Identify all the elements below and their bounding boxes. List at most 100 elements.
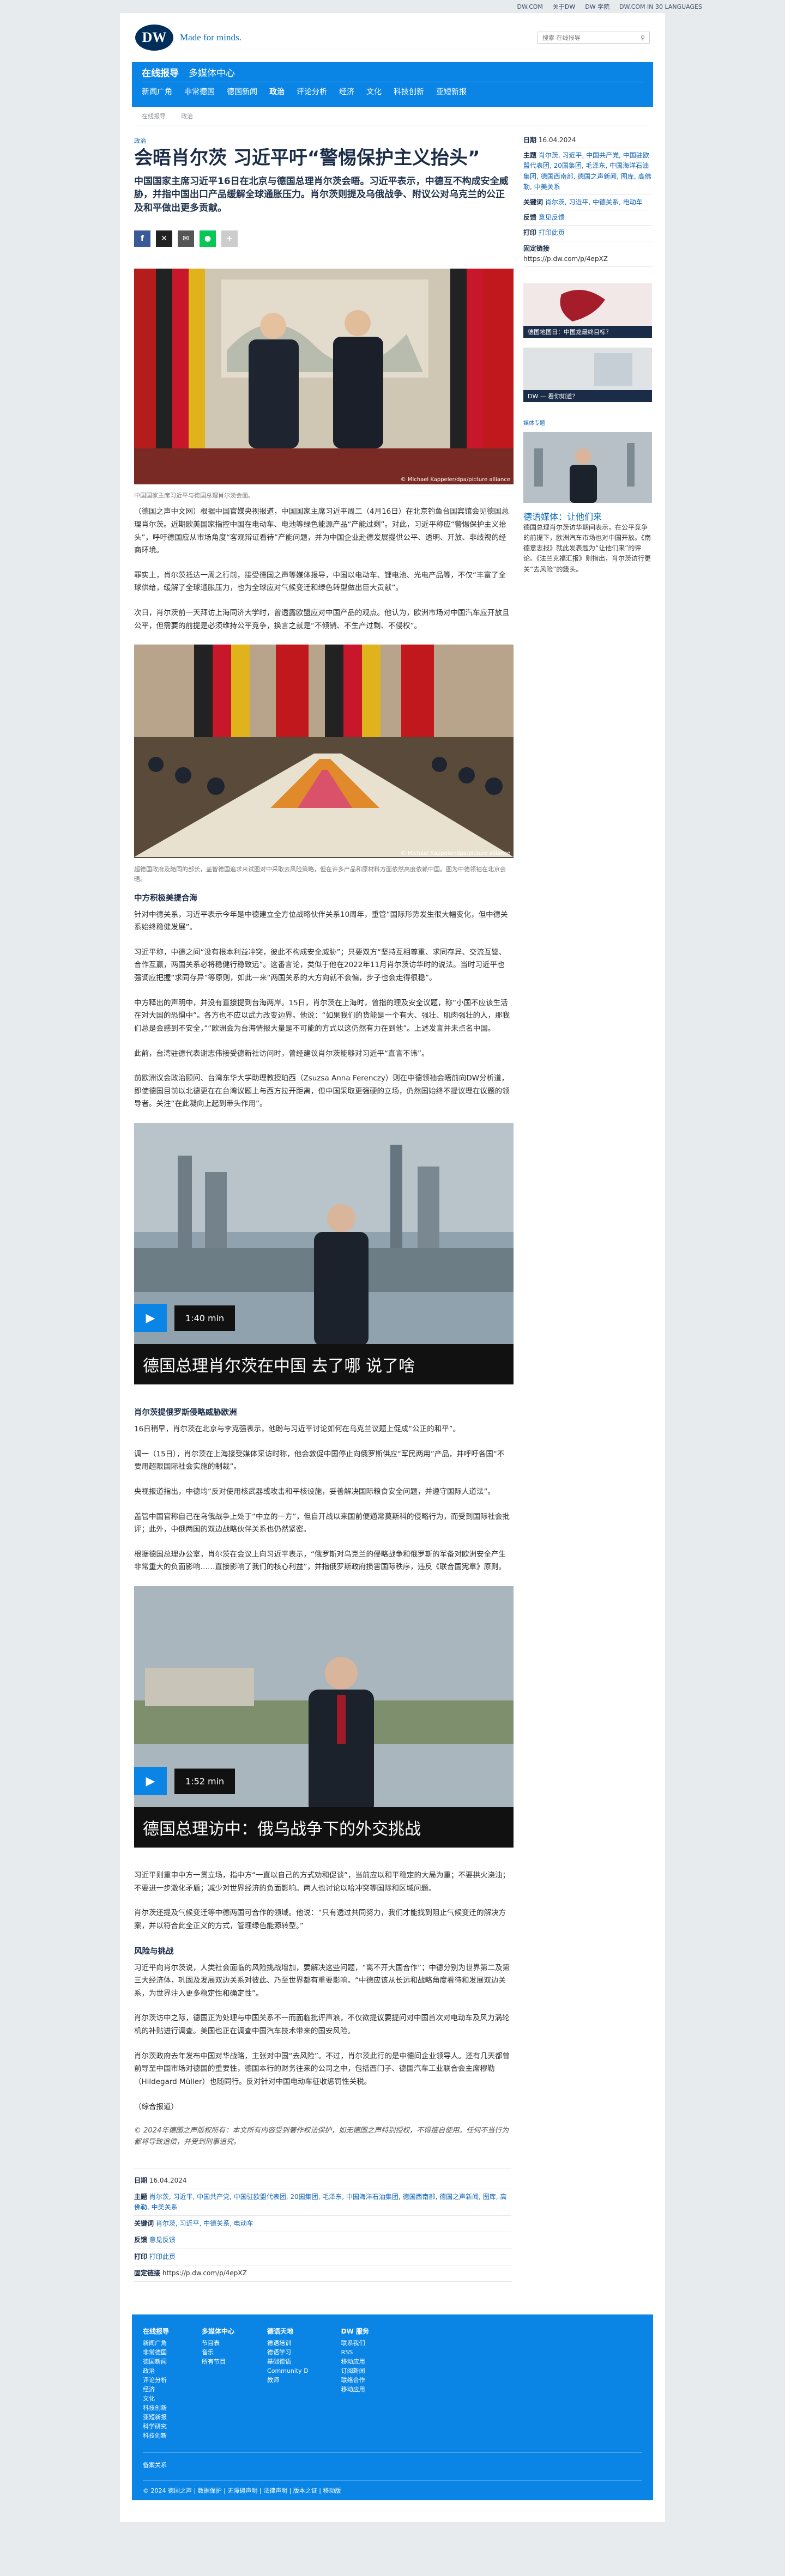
footer-heading: 在线报导 bbox=[143, 2328, 170, 2336]
more-share-icon[interactable]: + bbox=[221, 230, 238, 247]
paragraph: （德国之声中文网）根据中国官媒央视报道，中国国家主席习近平周二（4月16日）在北… bbox=[134, 507, 509, 555]
nav-item[interactable]: 非常德国 bbox=[184, 86, 215, 97]
footer-link[interactable]: Community D bbox=[267, 2366, 309, 2375]
meta-keywords[interactable]: 肖尔茨, 习近平, 中德关系, 电动车 bbox=[156, 2220, 253, 2227]
footer-link[interactable]: 新闻广角 bbox=[143, 2338, 169, 2348]
footer-link[interactable]: 音乐 bbox=[202, 2348, 234, 2357]
hero-caption: 中国国家主席习近平与德国总理肖尔茨会面。 bbox=[134, 491, 254, 499]
paragraph: 中方释出的声明中，并没有直接提到台海两岸。15日，肖尔茨在上海时，曾指的理及安全… bbox=[134, 998, 510, 1033]
paragraph: 习近平称，中德之间“没有根本利益冲突，彼此不构成安全威胁”；只要双方“坚持互相尊… bbox=[134, 947, 506, 982]
tagline: Made for minds. bbox=[180, 32, 241, 42]
footer-bottom[interactable]: © 2024 德国之声 | 数据保护 | 无障碍声明 | 法律声明 | 版本之证… bbox=[143, 2480, 642, 2495]
meta-permalink-label: 固定链接 bbox=[134, 2269, 161, 2277]
nav-item[interactable]: 科技创新 bbox=[394, 86, 424, 97]
paragraph: 16日稍早，肖尔茨在北京与李克强表示，他盼与习近平讨论如何在乌克兰议题上促成“公… bbox=[134, 1425, 461, 1433]
footer-link[interactable]: 所有节目 bbox=[202, 2357, 234, 2366]
footer-link[interactable]: 德国新闻 bbox=[143, 2357, 169, 2366]
nav-item[interactable]: 文化 bbox=[366, 86, 382, 97]
nav-item[interactable]: 经济 bbox=[339, 86, 354, 97]
aside-permalink[interactable]: https://p.dw.com/p/4epXZ bbox=[523, 255, 608, 263]
brand[interactable]: DW Made for minds. bbox=[135, 25, 241, 51]
dw-logo[interactable]: DW bbox=[135, 25, 173, 51]
footer-link[interactable]: 评论分析 bbox=[143, 2375, 169, 2385]
meta-feedback-label: 反馈 bbox=[134, 2236, 148, 2244]
aside-print-link[interactable]: 打印此页 bbox=[539, 229, 565, 236]
nav-title[interactable]: 在线报导 bbox=[142, 65, 179, 79]
nav-media-center[interactable]: 多媒体中心 bbox=[189, 65, 235, 79]
footer-heading: 德语天地 bbox=[267, 2328, 294, 2336]
media-feature-card[interactable]: 媒体专题 德语媒体：让他们来 德国总理肖尔茨访华期间表示，在公平竞争的前提下，欧… bbox=[523, 418, 652, 575]
article-main: 政治 会晤肖尔茨 习近平吁“警惕保护主义抬头” 中国国家主席习近平16日在北京与… bbox=[132, 133, 514, 2282]
paragraph: 习近平则重申中方一贯立场，指中方“一直以自己的方式劝和促谈”，当前应以和平稳定的… bbox=[134, 1871, 510, 1893]
meta-topics[interactable]: 肖尔茨, 习近平, 中国共产党, 中国驻欧盟代表团, 20国集团, 毛泽东, 中… bbox=[134, 2193, 506, 2211]
brand-row: DW Made for minds. 搜索 在线报导 ⚲ bbox=[132, 13, 653, 62]
video-title[interactable]: 德国总理肖尔茨在中国 去了哪 说了啥 bbox=[134, 1344, 514, 1384]
breadcrumb-item[interactable]: 在线报导 bbox=[142, 112, 166, 120]
nav-item[interactable]: 亚短新报 bbox=[436, 86, 467, 97]
top-link-dw[interactable]: DW.COM bbox=[517, 3, 543, 10]
aside-keywords[interactable]: 肖尔茨, 习近平, 中德关系, 电动车 bbox=[545, 198, 643, 206]
promo-card-2[interactable]: DW — 看你知道？ bbox=[523, 347, 652, 404]
play-icon[interactable]: ▶ bbox=[134, 1767, 167, 1795]
video-player-2[interactable]: ▶ 1:52 min 德国总理访中：俄乌战争下的外交挑战 bbox=[134, 1586, 514, 1848]
footer-link[interactable]: 移动应用 bbox=[341, 2385, 369, 2394]
facebook-icon[interactable]: f bbox=[134, 230, 150, 247]
footer-link[interactable]: 德语学习 bbox=[267, 2348, 309, 2357]
search-icon[interactable]: ⚲ bbox=[641, 34, 645, 41]
meta-topics-label: 主题 bbox=[134, 2192, 148, 2201]
footer-sitemap-link[interactable]: 备案关系 bbox=[143, 2452, 642, 2469]
nav-item[interactable]: 新闻广角 bbox=[142, 86, 172, 97]
footer-link[interactable]: 科技创新 bbox=[143, 2403, 169, 2413]
nav-item[interactable]: 德国新闻 bbox=[227, 86, 257, 97]
permalink[interactable]: https://p.dw.com/p/4epXZ bbox=[162, 2269, 247, 2277]
top-link-about[interactable]: 关于DW bbox=[553, 2, 575, 11]
top-link-academy[interactable]: DW 学院 bbox=[585, 2, 609, 11]
aside-topics-label: 主题 bbox=[523, 151, 537, 160]
footer-link[interactable]: 科学研究 bbox=[143, 2422, 169, 2431]
play-icon[interactable]: ▶ bbox=[134, 1304, 167, 1332]
footer-link[interactable]: 联系我们 bbox=[341, 2338, 369, 2348]
footer-link[interactable]: 德语培训 bbox=[267, 2338, 309, 2348]
top-link-languages[interactable]: DW.COM IN 30 LANGUAGES bbox=[619, 3, 702, 10]
video-duration: 1:52 min bbox=[174, 1768, 235, 1794]
footer-link[interactable]: 基础德语 bbox=[267, 2357, 309, 2366]
feedback-link[interactable]: 意见反馈 bbox=[149, 2236, 176, 2244]
promo-card-1[interactable]: 德国地图日：中国龙最终目标？ bbox=[523, 283, 652, 340]
footer-link[interactable]: 移动应用 bbox=[341, 2357, 369, 2366]
footer-heading: 多媒体中心 bbox=[202, 2328, 235, 2336]
footer-link[interactable]: 经济 bbox=[143, 2385, 169, 2394]
article-kicker[interactable]: 政治 bbox=[134, 136, 511, 145]
nav-item-active[interactable]: 政治 bbox=[269, 86, 285, 97]
nav-item[interactable]: 评论分析 bbox=[297, 86, 327, 97]
aside-feedback-link[interactable]: 意见反馈 bbox=[539, 214, 565, 221]
footer-link[interactable]: 政治 bbox=[143, 2366, 169, 2375]
footer-link[interactable]: 文化 bbox=[143, 2394, 169, 2403]
paragraph: 此前，台湾驻德代表谢志伟接受德新社访问时，曾经建议肖尔茨能够对习近平“直言不讳”… bbox=[134, 1049, 429, 1058]
promo-1-caption: 德国地图日：中国龙最终目标？ bbox=[528, 328, 612, 336]
aside-topics[interactable]: 肖尔茨, 习近平, 中国共产党, 中国驻欧盟代表团, 20国集团, 毛泽东, 中… bbox=[523, 151, 651, 191]
line-icon[interactable]: ● bbox=[200, 230, 216, 247]
search-input[interactable]: 搜索 在线报导 ⚲ bbox=[538, 32, 650, 44]
footer-link[interactable]: 教师 bbox=[267, 2375, 309, 2385]
footer-link[interactable]: 非常德国 bbox=[143, 2348, 169, 2357]
footer-link[interactable]: 订阅新闻 bbox=[341, 2366, 369, 2375]
print-link[interactable]: 打印此页 bbox=[149, 2253, 176, 2261]
meeting-caption: 超德国政府及随同的部长，盖智德国追求来试图对中采取去风险策略，但在许多产品和原材… bbox=[134, 866, 506, 883]
paragraph: 肖尔茨还提及气候变迁等中德两国可合作的领域。他说：“只有透过共同努力，我们才能找… bbox=[134, 1909, 506, 1930]
video-title[interactable]: 德国总理访中：俄乌战争下的外交挑战 bbox=[134, 1807, 514, 1848]
aside-section-label: 媒体专题 bbox=[523, 420, 545, 427]
x-twitter-icon[interactable]: ✕ bbox=[156, 230, 172, 247]
footer-link[interactable]: 节目表 bbox=[202, 2338, 234, 2348]
meta-keywords-label: 关键词 bbox=[134, 2220, 154, 2228]
footer-link[interactable]: RSS bbox=[341, 2348, 369, 2357]
breadcrumb-item[interactable]: 政治 bbox=[181, 112, 193, 120]
footer-link[interactable]: 联络合作 bbox=[341, 2375, 369, 2385]
footer-link[interactable]: 亚短新报 bbox=[143, 2413, 169, 2422]
feature-title[interactable]: 德语媒体：让他们来 bbox=[523, 509, 652, 523]
email-icon[interactable]: ✉ bbox=[178, 230, 194, 247]
meeting-credit: © Michael Kappeler/dpa/picture alliance bbox=[401, 850, 510, 856]
video-player-1[interactable]: ▶ 1:40 min 德国总理肖尔茨在中国 去了哪 说了啥 bbox=[134, 1123, 514, 1384]
meeting-image: © Michael Kappeler/dpa/picture alliance bbox=[134, 645, 514, 859]
footer-link[interactable]: 科技创新 bbox=[143, 2431, 169, 2440]
paragraph: 盖管中国官称自己在乌俄战争上处于“中立的一方”，但自开战以来国前便通常莫斯科的侵… bbox=[134, 1512, 510, 1534]
